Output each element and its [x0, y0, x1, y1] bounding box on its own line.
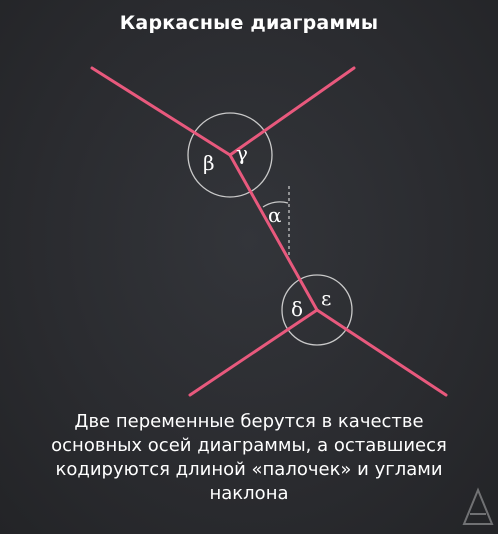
epsilon-label: ε [321, 286, 331, 310]
alpha-label: α [268, 203, 282, 227]
slide: Каркасные диаграммы β γ α δ ε Две переме… [0, 0, 498, 534]
sticks [90, 66, 448, 397]
upper-left-stick [90, 66, 232, 157]
central-stick [228, 153, 319, 312]
caption-line-2: основных осей диаграммы, а оставшиеся [51, 435, 447, 456]
watermark-logo-icon [462, 487, 494, 525]
upper-right-stick [228, 66, 356, 157]
gamma-label: γ [236, 141, 248, 165]
caption-line-4: наклона [209, 483, 289, 504]
caption-line-3: кодируются длиной «палочек» и углами [55, 459, 443, 480]
beta-label: β [203, 151, 215, 175]
caption-line-1: Две переменные берутся в качестве [74, 411, 424, 432]
caption: Две переменные берутся в качестве основн… [20, 410, 478, 506]
delta-label: δ [291, 297, 303, 321]
lower-left-stick [188, 308, 319, 397]
lower-right-stick [315, 308, 448, 397]
